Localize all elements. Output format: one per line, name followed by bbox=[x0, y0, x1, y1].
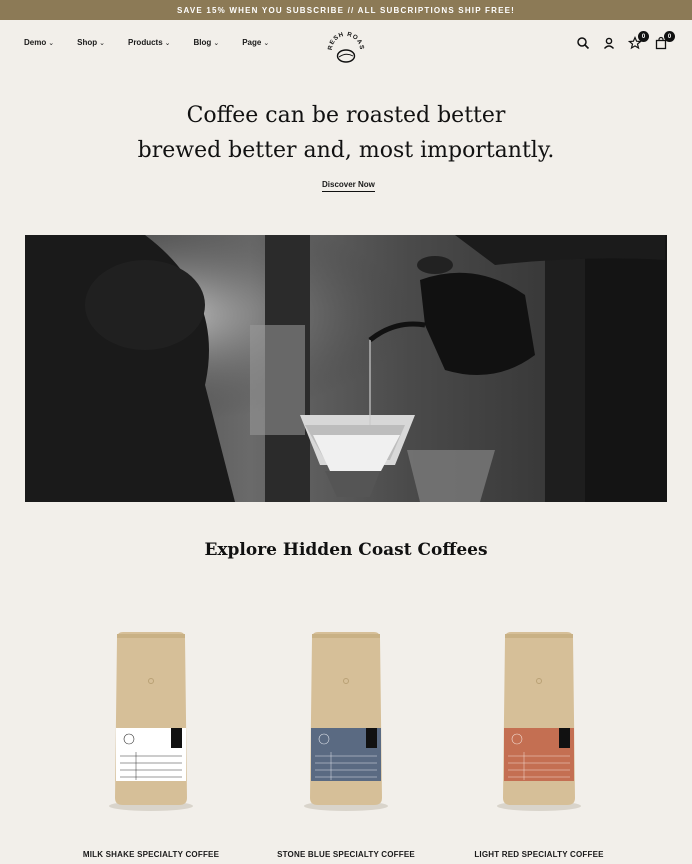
product-name[interactable]: LIGHT RED SPECIALTY COFFEE bbox=[449, 850, 629, 859]
nav-item-page[interactable]: Page ⌄ bbox=[242, 38, 269, 47]
product-card-light-red[interactable]: LIGHT RED SPECIALTY COFFEE bbox=[449, 630, 629, 860]
product-name[interactable]: MILK SHAKE SPECIALTY COFFEE bbox=[61, 850, 241, 859]
product-card-milk-shake[interactable]: MILK SHAKE SPECIALTY COFFEE bbox=[61, 630, 241, 860]
section-title: Explore Hidden Coast Coffees bbox=[204, 540, 488, 560]
nav-item-blog[interactable]: Blog ⌄ bbox=[194, 38, 220, 47]
chevron-down-icon: ⌄ bbox=[263, 39, 270, 47]
wishlist-button[interactable]: 0 bbox=[627, 31, 649, 50]
brand-logo[interactable]: FRESH ROAST bbox=[323, 23, 367, 70]
announcement-text: SAVE 15% WHEN YOU SUBSCRIBE // ALL SUBCR… bbox=[176, 5, 516, 15]
header-icons: 0 0 bbox=[576, 31, 675, 50]
chevron-down-icon: ⌄ bbox=[164, 39, 171, 47]
product-card-stone-blue[interactable]: STONE BLUE SPECIALTY COFFEE bbox=[256, 630, 436, 860]
chevron-down-icon: ⌄ bbox=[213, 39, 220, 47]
nav-item-demo[interactable]: Demo ⌄ bbox=[24, 38, 54, 47]
cart-count-badge: 0 bbox=[664, 31, 675, 42]
announcement-bar: SAVE 15% WHEN YOU SUBSCRIBE // ALL SUBCR… bbox=[0, 0, 692, 20]
hero-title: Coffee can be roasted better brewed bett… bbox=[0, 98, 692, 168]
hero-banner-image bbox=[25, 235, 667, 502]
coffee-bag-image bbox=[109, 632, 193, 811]
chevron-down-icon: ⌄ bbox=[48, 39, 55, 47]
coffee-bag-image bbox=[304, 632, 388, 811]
coffee-bag-image bbox=[497, 632, 581, 811]
site-header: Demo⌄ Shop⌄ Products⌄ Blog⌄ Page⌄ FRESH … bbox=[0, 20, 692, 68]
hero-line-2: brewed better and, most importantly. bbox=[137, 138, 555, 163]
user-icon[interactable] bbox=[602, 36, 616, 50]
main-nav: Demo ⌄ Shop ⌄ Products ⌄ Blog ⌄ Page ⌄ bbox=[24, 38, 269, 47]
cart-button[interactable]: 0 bbox=[654, 31, 675, 50]
hero-line-1: Coffee can be roasted better bbox=[186, 103, 506, 128]
wishlist-count-badge: 0 bbox=[638, 31, 649, 42]
svg-text:FRESH ROAST: FRESH ROAST bbox=[325, 28, 365, 51]
product-name[interactable]: STONE BLUE SPECIALTY COFFEE bbox=[256, 850, 436, 859]
nav-item-products[interactable]: Products ⌄ bbox=[128, 38, 171, 47]
nav-item-shop[interactable]: Shop ⌄ bbox=[77, 38, 105, 47]
chevron-down-icon: ⌄ bbox=[99, 39, 105, 47]
discover-now-link[interactable]: Discover Now bbox=[322, 180, 375, 192]
search-icon[interactable] bbox=[576, 36, 590, 50]
